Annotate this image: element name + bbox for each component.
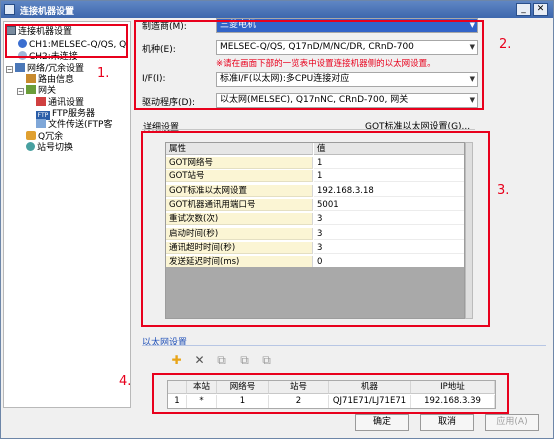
- title-bar: 连接机器设置 _ ✕: [1, 1, 553, 18]
- tree-item-file-transfer[interactable]: 文件传送(FTP客: [36, 119, 112, 131]
- annotation-label-3: 3.: [497, 183, 510, 198]
- paste-button[interactable]: ⧉: [259, 353, 274, 368]
- settings-tree: 连接机器设置 CH1:MELSEC-Q/QS, Q CH2:未连接 − 网络/冗余…: [3, 21, 131, 408]
- divider: [142, 345, 546, 346]
- communication-icon: [36, 97, 46, 106]
- routing-icon: [26, 74, 36, 83]
- ethernet-settings-title: 以太网设置: [142, 338, 188, 348]
- redundant-icon: [26, 131, 36, 140]
- cancel-button[interactable]: 取消: [420, 414, 474, 431]
- close-button[interactable]: ✕: [533, 3, 548, 16]
- tree-item-station-switch[interactable]: 站号切换: [26, 142, 73, 154]
- annotation-box-1: [5, 24, 128, 58]
- collapse-icon[interactable]: −: [17, 88, 24, 95]
- minimize-button[interactable]: _: [516, 3, 531, 16]
- annotation-box-3: [141, 131, 490, 327]
- add-row-button[interactable]: ✚: [169, 353, 184, 368]
- ok-button[interactable]: 确定: [355, 414, 409, 431]
- delete-row-button[interactable]: ✕: [192, 353, 207, 368]
- switch-icon: [26, 142, 35, 151]
- app-icon: [4, 4, 15, 15]
- file-transfer-icon: [36, 119, 46, 128]
- divider: [142, 129, 475, 130]
- copy-button[interactable]: ⧉: [214, 353, 229, 368]
- collapse-icon[interactable]: −: [6, 66, 13, 73]
- annotation-label-4: 4.: [119, 374, 132, 389]
- cut-button[interactable]: ⧉: [237, 353, 252, 368]
- annotation-label-1: 1.: [97, 66, 110, 81]
- annotation-label-2: 2.: [499, 37, 512, 52]
- window-title: 连接机器设置: [20, 7, 75, 17]
- connected-device-settings-window: 连接机器设置 _ ✕ 连接机器设置 CH1:MELSEC-Q/QS, Q CH2…: [0, 0, 554, 439]
- network-icon: [15, 63, 25, 72]
- annotation-box-2: [134, 20, 484, 110]
- apply-button[interactable]: 应用(A): [485, 414, 539, 431]
- annotation-box-4: [152, 373, 509, 414]
- tree-item-gateway[interactable]: − 网关: [17, 85, 56, 97]
- gateway-icon: [26, 85, 36, 94]
